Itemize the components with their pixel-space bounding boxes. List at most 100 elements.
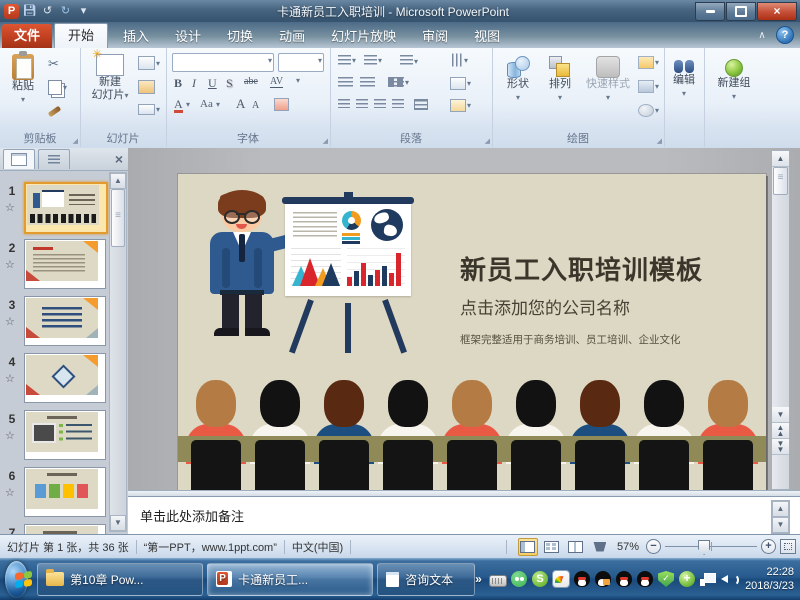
- numbering-button[interactable]: ▾: [364, 55, 382, 65]
- qq-icon-2[interactable]: [616, 571, 632, 587]
- text-shadow-button[interactable]: S: [226, 76, 233, 91]
- tab-8[interactable]: 视图: [461, 25, 513, 48]
- align-text-button[interactable]: ▾: [450, 77, 471, 90]
- qq-icon-1[interactable]: [574, 571, 590, 587]
- thumbnail-frame[interactable]: [24, 353, 106, 403]
- thumbs-scroll-up[interactable]: ▲: [110, 173, 126, 189]
- previous-slide-button[interactable]: ▲▲: [772, 423, 789, 439]
- help-icon[interactable]: ?: [776, 26, 794, 44]
- tray-overflow-chevron[interactable]: »: [475, 571, 485, 587]
- notes-placeholder[interactable]: 单击此处添加备注: [140, 506, 244, 525]
- taskbar-button-2[interactable]: 卡通新员工...: [207, 563, 373, 596]
- thumbs-scroll-thumb[interactable]: [111, 189, 125, 247]
- tab-4[interactable]: 切换: [214, 25, 266, 48]
- slide-thumbnail-6[interactable]: 6☆: [2, 467, 106, 519]
- slide-title-block[interactable]: 新员工入职培训模板 点击添加您的公司名称 框架完整适用于商务培训、员工培训、企业…: [460, 250, 760, 347]
- notes-scroll-up[interactable]: ▲: [772, 501, 789, 517]
- font-color-dd[interactable]: ▾: [186, 100, 190, 109]
- cut-button[interactable]: ✂: [48, 56, 59, 72]
- font-color-button[interactable]: A: [174, 98, 183, 113]
- save-icon[interactable]: 💾︎: [22, 4, 37, 19]
- italic-button[interactable]: I: [192, 76, 196, 91]
- justify-button[interactable]: [392, 99, 404, 108]
- shape-fill-button[interactable]: ▾: [638, 56, 659, 69]
- new-slide-button[interactable]: 新建 幻灯片▾: [88, 54, 132, 102]
- redo-icon[interactable]: ↻: [58, 4, 73, 19]
- volume-icon[interactable]: [721, 571, 737, 587]
- tab-file[interactable]: 文件: [2, 24, 52, 48]
- bullets-button[interactable]: ▾: [338, 55, 356, 65]
- animation-star-icon[interactable]: ☆: [5, 258, 15, 271]
- slide-canvas[interactable]: 新员工入职培训模板 点击添加您的公司名称 框架完整适用于商务培训、员工培训、企业…: [178, 174, 766, 490]
- network-icon[interactable]: [700, 571, 716, 587]
- scroll-up-icon[interactable]: ▲: [772, 151, 789, 167]
- slide-thumbnail-1[interactable]: 1☆: [2, 182, 106, 234]
- animation-star-icon[interactable]: ☆: [5, 372, 15, 385]
- shape-effects-button[interactable]: ▾: [638, 104, 659, 117]
- theme-name-status[interactable]: “第一PPT，www.1ppt.com”: [144, 539, 277, 555]
- notes-pane[interactable]: 单击此处添加备注 ▲ ▼: [128, 496, 800, 535]
- columns-button[interactable]: ▾: [388, 77, 409, 87]
- slide-title-text[interactable]: 新员工入职培训模板: [460, 250, 760, 287]
- edit-button[interactable]: 编辑▾: [667, 56, 701, 100]
- clipboard-dialog-launcher[interactable]: ◢: [73, 138, 78, 145]
- zoom-out-button[interactable]: −: [646, 539, 661, 554]
- next-slide-button[interactable]: ▼▼: [772, 439, 789, 455]
- minimize-button[interactable]: [695, 2, 725, 21]
- underline-button[interactable]: U: [208, 76, 217, 91]
- slide-thumbnail-3[interactable]: 3☆: [2, 296, 106, 348]
- clear-formatting-button[interactable]: [274, 98, 289, 111]
- slide-number-status[interactable]: 幻灯片 第 1 张，共 36 张: [0, 539, 129, 555]
- thumbnail-frame[interactable]: [24, 296, 106, 346]
- taskbar-button-1[interactable]: 第10章 Pow...: [37, 563, 203, 596]
- shrink-font-button[interactable]: A: [252, 100, 259, 111]
- copy-button[interactable]: ▾: [48, 80, 67, 95]
- thumbnail-frame[interactable]: [24, 182, 108, 234]
- editor-vertical-scrollbar[interactable]: ▲ ▼ ▲▲ ▼▼: [771, 150, 790, 490]
- slide-thumbnail-7[interactable]: 7: [2, 524, 106, 534]
- thumbnail-frame[interactable]: [24, 524, 106, 534]
- font-size-combo[interactable]: [278, 53, 324, 72]
- close-button[interactable]: ×: [757, 2, 797, 21]
- character-spacing-button[interactable]: AV: [270, 76, 283, 88]
- thumbnail-frame[interactable]: [24, 410, 106, 460]
- change-case-dd[interactable]: ▾: [216, 100, 220, 109]
- slide-subtitle-text[interactable]: 点击添加您的公司名称: [460, 294, 760, 319]
- start-button[interactable]: [5, 561, 28, 598]
- animation-star-icon[interactable]: ☆: [5, 315, 15, 328]
- tab-3[interactable]: 设计: [162, 25, 214, 48]
- scroll-thumb[interactable]: [773, 167, 788, 195]
- shape-outline-button[interactable]: ▾: [638, 80, 659, 93]
- tab-6[interactable]: 幻灯片放映: [318, 25, 409, 48]
- arrange-button[interactable]: 排列▾: [540, 56, 580, 104]
- slide-sorter-view-button[interactable]: [542, 538, 562, 556]
- reading-view-button[interactable]: [566, 538, 586, 556]
- scroll-down-icon[interactable]: ▼: [772, 407, 789, 423]
- thumbnail-frame[interactable]: [24, 467, 106, 517]
- notes-scrollbar[interactable]: ▲ ▼: [771, 500, 790, 534]
- normal-view-button[interactable]: [518, 538, 538, 556]
- slide-thumbnail-2[interactable]: 2☆: [2, 239, 106, 291]
- collapse-ribbon-icon[interactable]: ∧: [754, 30, 770, 41]
- slide-tagline-text[interactable]: 框架完整适用于商务培训、员工培训、企业文化: [460, 332, 760, 347]
- layout-button[interactable]: ▾: [138, 56, 160, 70]
- maximize-button[interactable]: [726, 2, 756, 21]
- reset-button[interactable]: [138, 80, 155, 94]
- slide-thumbnail-4[interactable]: 4☆: [2, 353, 106, 405]
- undo-icon[interactable]: ↺: [40, 4, 55, 19]
- rainbow-icon[interactable]: [553, 571, 569, 587]
- align-center-button[interactable]: [356, 99, 368, 108]
- tab-5[interactable]: 动画: [266, 25, 318, 48]
- section-button[interactable]: ▾: [138, 104, 160, 115]
- taskbar-button-3[interactable]: 咨询文本: [377, 563, 475, 596]
- slides-tab[interactable]: [3, 149, 35, 169]
- new-group-button[interactable]: 新建组▾: [712, 56, 756, 103]
- qat-customize-icon[interactable]: ▾: [76, 4, 91, 19]
- wechat-icon[interactable]: [511, 571, 527, 587]
- ball-360-icon[interactable]: [679, 571, 695, 587]
- fit-slide-to-window-button[interactable]: [780, 539, 796, 554]
- paste-button[interactable]: 粘贴▾: [6, 54, 40, 106]
- line-spacing-button[interactable]: ▾: [400, 55, 418, 67]
- input-keyboard-icon[interactable]: [490, 576, 506, 586]
- strikethrough-button[interactable]: abe: [244, 76, 258, 87]
